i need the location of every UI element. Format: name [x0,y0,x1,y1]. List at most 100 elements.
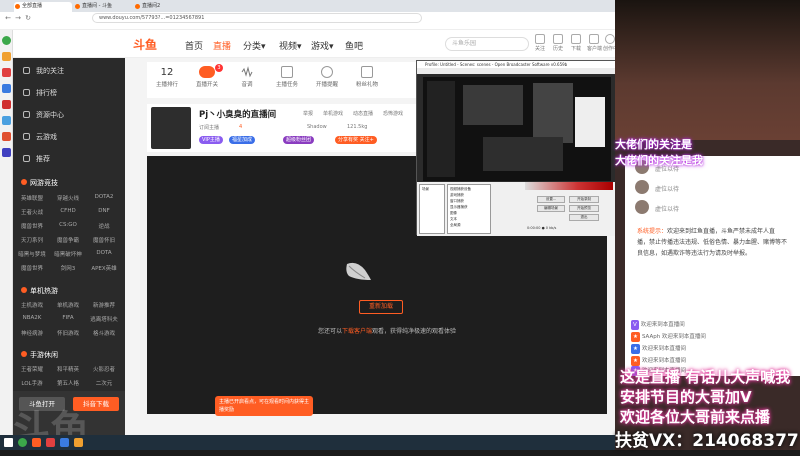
room-tag[interactable]: 动态直播 [353,110,373,117]
live-toggle-toolbar-item[interactable]: 直播开关 3 [191,64,223,88]
toast-message[interactable]: 主播已开启看点，可在观看时间内获得主播奖励 [215,396,313,416]
forward-button[interactable]: → [14,14,22,22]
scenes-list[interactable]: 场景 [419,184,445,234]
edit-scene-button[interactable]: 编辑场景 [537,205,565,212]
exit-button[interactable]: 退出 [569,214,599,221]
category-link[interactable]: 剑网3 [51,264,85,272]
category-link[interactable]: CS:GO [51,222,85,228]
nav-live[interactable]: 直播 [213,39,231,52]
category-link[interactable]: 魔兽世界 [15,264,49,272]
category-link[interactable]: 暗黑与梦境 [15,250,49,258]
rank-user[interactable]: 虚位以待 [635,200,785,216]
category-link[interactable]: 王者火战 [15,208,49,216]
app-icon[interactable] [60,438,69,447]
app-icon[interactable] [2,132,11,141]
nav-home[interactable]: 首页 [185,39,203,52]
refresh-button[interactable]: ↻ [24,14,32,22]
vip-badge[interactable]: VIP主播 [199,136,223,144]
app-icon[interactable] [2,148,11,157]
report-link[interactable]: 举报 [303,110,313,117]
category-link[interactable]: 逆战 [87,222,121,230]
history-header-button[interactable]: 历史 [551,34,565,52]
room-tag[interactable]: 单机游戏 [323,110,343,117]
sources-list[interactable]: 视频捕获设备 游戏捕获 窗口捕获 显示器捕获 图像 文本 全局源 [447,184,491,234]
category-link[interactable]: 英雄联盟 [15,194,49,202]
category-link[interactable]: 主机游戏 [15,301,49,309]
start-preview-button[interactable]: 开始预览 [569,205,599,212]
rank-toolbar-item[interactable]: 12 主播排行 [151,66,183,88]
audio-toolbar-item[interactable]: 音调 [231,66,263,88]
category-link[interactable]: 魔兽争霸 [51,236,85,244]
share-badge[interactable]: 分享有奖 关注+ [335,136,377,144]
category-link[interactable]: APEX英雄 [87,264,121,272]
start-recording-button[interactable]: 开始录制 [569,196,599,203]
reload-button[interactable]: 重新加载 [359,300,403,314]
windows-start-icon[interactable] [4,438,13,447]
download-header-button[interactable]: 下载 [569,34,583,52]
app-icon[interactable] [2,52,11,61]
sidebar-item-rank[interactable]: 排行榜 [23,88,57,98]
settings-button[interactable]: 设置... [537,196,565,203]
nav-fishbar[interactable]: 鱼吧 [345,39,363,52]
lucky-badge[interactable]: 福星加成 [229,136,256,144]
douyu-logo[interactable]: 斗鱼 [133,36,157,53]
category-link[interactable]: 魔兽怀旧 [87,236,121,244]
download-client-link[interactable]: 下载客户端 [342,328,372,335]
nav-category[interactable]: 分类▾ [243,39,266,52]
category-link[interactable]: 天刀系列 [15,236,49,244]
follow-header-button[interactable]: 关注 [533,34,547,52]
sidebar-item-recommend[interactable]: 推荐 [23,154,50,164]
app-icon[interactable] [2,116,11,125]
app-icon[interactable] [46,438,55,447]
category-link[interactable]: 第五人格 [51,379,85,387]
category-link[interactable]: 穿越火线 [51,194,85,202]
category-link[interactable]: 单机游戏 [51,301,85,309]
category-link[interactable]: DOTA [87,250,121,256]
category-link[interactable]: 新游推荐 [87,301,121,309]
category-link[interactable]: 火影忍者 [87,365,121,373]
browser-tab[interactable]: 直播间2 [134,2,192,12]
category-link[interactable]: 格斗游戏 [87,329,121,337]
category-link[interactable]: LOL手游 [15,379,49,387]
nav-video[interactable]: 视频▾ [279,39,302,52]
address-input[interactable]: www.douyu.com/57793?...=01234567891 [92,13,422,23]
app-icon[interactable] [2,68,11,77]
category-link[interactable]: 怀旧游戏 [51,329,85,337]
client-header-button[interactable]: 客户端 [587,34,602,52]
app-icon[interactable] [18,438,27,447]
audio-meter[interactable] [525,182,613,190]
category-link[interactable]: DNF [87,208,121,214]
sidebar-item-cloudgame[interactable]: 云游戏 [23,132,57,142]
nav-games[interactable]: 游戏▾ [311,39,334,52]
category-link[interactable]: NBA2K [15,315,49,321]
category-link[interactable]: 和平精英 [51,365,85,373]
browser-tab[interactable]: 全部直播 [14,2,72,12]
room-category[interactable]: 恐怖游戏 [383,110,403,117]
category-link[interactable]: 暗黑破坏神 [51,250,85,258]
app-icon[interactable] [2,84,11,93]
category-link[interactable]: FIFA [51,315,85,321]
category-link[interactable]: CFHD [51,208,85,214]
app-icon[interactable] [2,36,11,45]
fan-club-badge[interactable]: 超级粉丝团 [283,136,315,144]
sidebar-item-resources[interactable]: 资源中心 [23,110,64,120]
category-link[interactable]: 魔兽世界 [15,222,49,230]
category-link[interactable]: 神经病游 [15,329,49,337]
sidebar-item-follow[interactable]: 我的关注 [23,66,64,76]
obs-title-bar[interactable]: Profile: Untitled - Scenes: scenes - Ope… [417,61,617,68]
app-icon[interactable] [32,438,41,447]
follow-label[interactable]: 订阅主播 [199,124,219,131]
category-link[interactable]: 逃离塔科夫 [87,315,121,323]
browser-tab[interactable]: 直播间 - 斗鱼 [74,2,132,12]
remind-toolbar-item[interactable]: 开播提醒 [311,66,343,88]
task-toolbar-item[interactable]: 主播任务 [271,66,303,88]
category-link[interactable]: 二次元 [87,379,121,387]
app-icon[interactable] [2,100,11,109]
category-link[interactable]: DOTA2 [87,194,121,200]
app-icon[interactable] [74,438,83,447]
streamer-avatar[interactable] [151,107,191,149]
search-input[interactable]: 斗鱼乐园 [445,37,529,51]
category-link[interactable]: 王者荣耀 [15,365,49,373]
gift-toolbar-item[interactable]: 粉丝礼物 [351,66,383,88]
back-button[interactable]: ← [4,14,12,22]
